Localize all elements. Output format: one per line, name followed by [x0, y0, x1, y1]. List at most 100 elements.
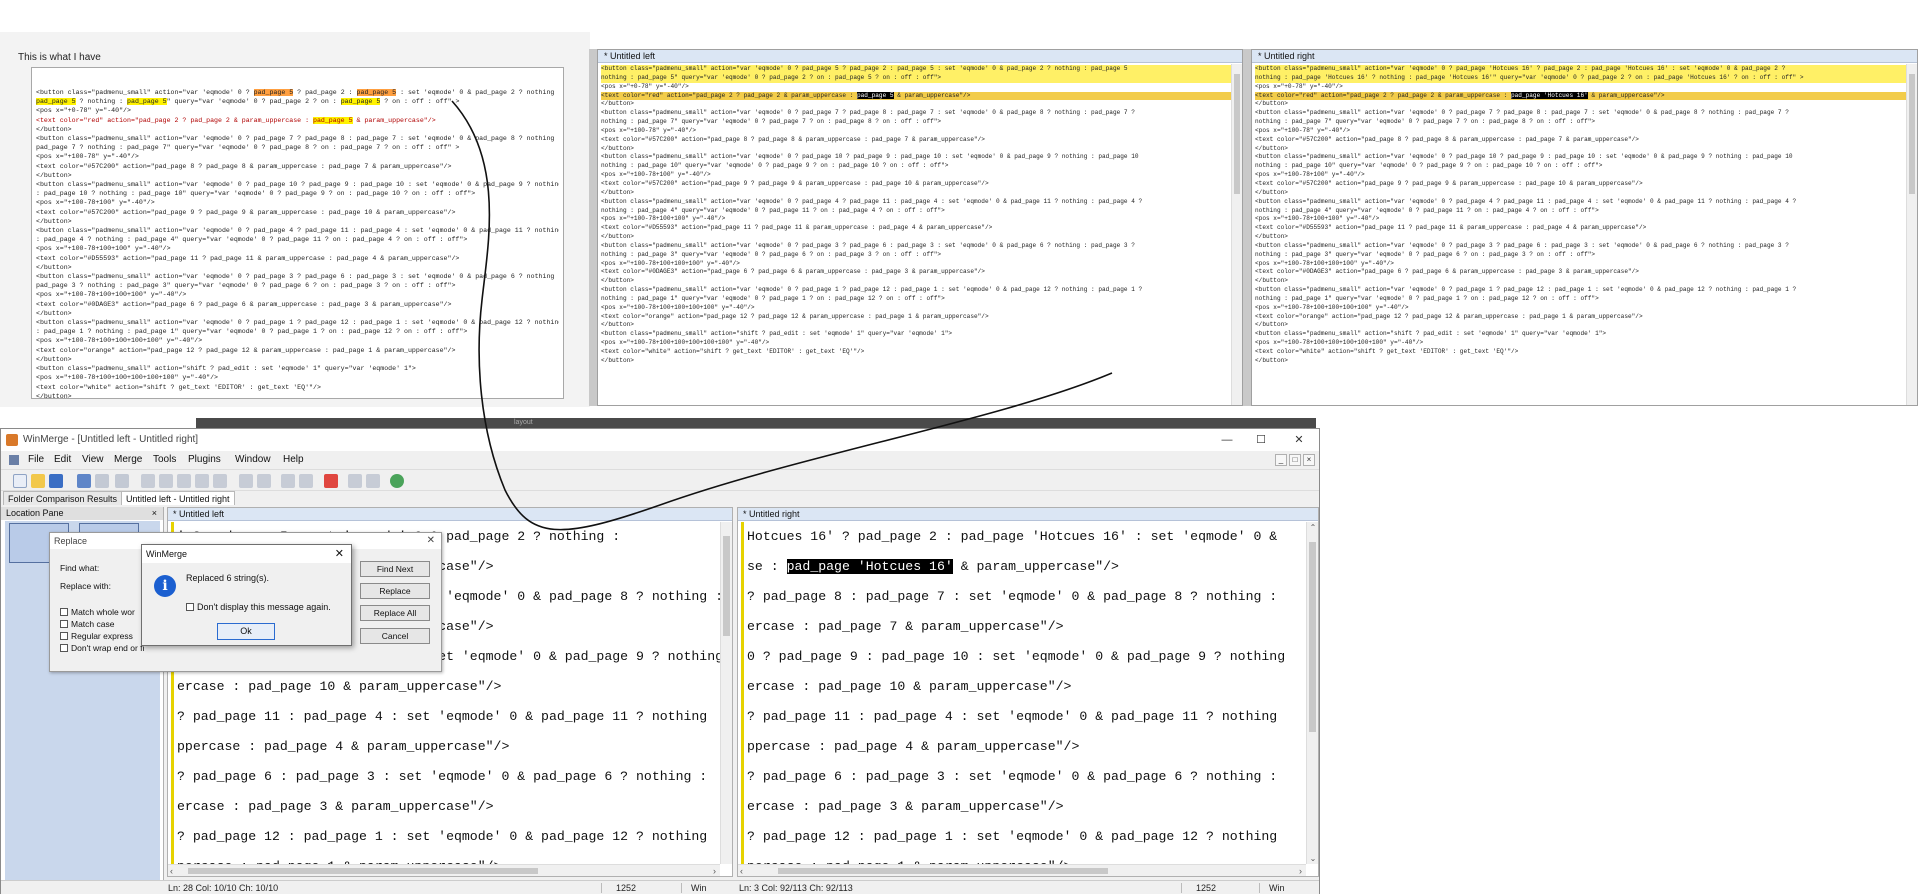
code-line: <pos x="+100-78+100+100+100+100+100" y="…	[1255, 339, 1424, 347]
code-line: <pos x="+100-78+100+100+100+100" y="-40"…	[601, 303, 755, 311]
right-horizontal-scrollbar[interactable]: ‹ ›	[738, 864, 1306, 876]
diff-option-icon[interactable]	[115, 474, 129, 488]
menu-tools[interactable]: Tools	[153, 451, 176, 469]
save-icon[interactable]	[49, 474, 63, 488]
message-close-icon[interactable]: ✕	[335, 545, 344, 563]
code-line: <pos x="+100-78+100+100" y="-40"/>	[36, 245, 171, 253]
mdi-minimize-icon[interactable]: _	[1275, 454, 1287, 466]
last-diff-icon[interactable]	[213, 474, 227, 488]
code-line: <button class="padmenu_small" action="va…	[601, 241, 1135, 249]
code-line: <button class="padmenu_small" action="va…	[601, 153, 1139, 161]
close-icon[interactable]: ✕	[1285, 431, 1313, 449]
intro-code-box: <button class="padmenu_small" action="va…	[31, 67, 564, 399]
copy-left-advance-icon[interactable]	[299, 474, 313, 488]
editor-line: ercase : pad_page 10 & param_uppercase"/…	[747, 679, 1072, 694]
code-line: <text color="#57C200" action="pad_page 8…	[1255, 135, 1639, 143]
code-line: <pos x="+0-78" y="-40"/>	[36, 107, 131, 115]
replace-button[interactable]: Replace	[360, 583, 430, 599]
code-line: <pos x="+0-78" y="-40"/>	[601, 82, 689, 90]
match-case-checkbox[interactable]: Match case	[60, 619, 114, 629]
maximize-icon[interactable]: ☐	[1247, 431, 1275, 449]
menu-plugins[interactable]: Plugins	[188, 451, 221, 469]
copy-right-icon[interactable]	[239, 474, 253, 488]
code-line: <button class="padmenu_small" action="va…	[1255, 241, 1789, 249]
window-titlebar[interactable]: WinMerge - [Untitled left - Untitled rig…	[1, 429, 1319, 451]
filter-icon[interactable]	[366, 474, 380, 488]
match-whole-word-checkbox[interactable]: Match whole wor	[60, 607, 135, 617]
scroll-left-arrow-icon[interactable]: ‹	[740, 865, 743, 876]
next-diff-icon[interactable]	[195, 474, 209, 488]
strip-label: layout	[514, 419, 533, 426]
right-file-pane-title: * Untitled right	[738, 508, 1318, 521]
web-icon[interactable]	[390, 474, 404, 488]
right-file-editor[interactable]: Hotcues 16' ? pad_page 2 : pad_page 'Hot…	[741, 522, 1306, 864]
code-line: <pos x="+100-78+100+100+100" y="-40"/>	[1255, 259, 1394, 267]
code-line: <pos x="+100-78+100+100" y="-40"/>	[601, 215, 726, 223]
menu-bar: File Edit View Merge Tools Plugins Windo…	[1, 451, 1319, 469]
code-line: pad_page 7 ? nothing : pad_page 7" query…	[36, 144, 460, 152]
editor-line: ppercase : pad_page 4 & param_uppercase"…	[177, 739, 510, 754]
minimize-icon[interactable]: —	[1213, 431, 1241, 449]
code-line: </button>	[601, 144, 634, 152]
mdi-restore-icon[interactable]: □	[1289, 454, 1301, 466]
redo-icon[interactable]	[95, 474, 109, 488]
top-right-scrollbar[interactable]	[1906, 64, 1917, 405]
replace-with-label: Replace with:	[60, 581, 112, 591]
open-icon[interactable]	[31, 474, 45, 488]
copy-right-advance-icon[interactable]	[281, 474, 295, 488]
code-line: </button>	[1255, 233, 1288, 241]
current-diff-icon[interactable]	[177, 474, 191, 488]
scroll-up-arrow-icon[interactable]: ⌃	[1307, 523, 1318, 532]
top-left-scrollbar[interactable]	[1231, 64, 1242, 405]
code-line: </button>	[36, 355, 72, 363]
refresh-icon[interactable]	[324, 474, 338, 488]
menu-view[interactable]: View	[82, 451, 104, 469]
menu-merge[interactable]: Merge	[114, 451, 142, 469]
copy-left-icon[interactable]	[257, 474, 271, 488]
options-icon[interactable]	[348, 474, 362, 488]
find-next-button[interactable]: Find Next	[360, 561, 430, 577]
tab-folder-comparison[interactable]: Folder Comparison Results	[3, 491, 123, 505]
regular-expression-checkbox[interactable]: Regular express	[60, 631, 133, 641]
menu-help[interactable]: Help	[283, 451, 304, 469]
editor-line: 0 ? pad_page 9 : pad_page 10 : set 'eqmo…	[747, 649, 1286, 664]
right-vertical-scrollbar[interactable]: ⌃ ⌄	[1306, 522, 1318, 864]
left-vertical-scrollbar[interactable]	[720, 522, 732, 864]
mdi-close-icon[interactable]: ×	[1303, 454, 1315, 466]
replace-close-icon[interactable]: ✕	[427, 533, 435, 549]
left-horizontal-scrollbar[interactable]: ‹ ›	[168, 864, 720, 876]
code-line: <pos x="+100-78+100" y="-40"/>	[1255, 171, 1365, 179]
code-line: </button>	[36, 263, 72, 271]
undo-icon[interactable]	[77, 474, 91, 488]
editor-line: ercase : pad_page 3 & param_uppercase"/>	[177, 799, 494, 814]
right-codepage-status: 1252	[1196, 883, 1217, 893]
location-pane-close-icon[interactable]: ×	[152, 507, 157, 520]
message-text: Replaced 6 string(s).	[186, 573, 270, 583]
scroll-right-arrow-icon[interactable]: ›	[1299, 865, 1302, 876]
dont-wrap-checkbox[interactable]: Don't wrap end or fi	[60, 643, 144, 653]
prev-diff-icon[interactable]	[159, 474, 173, 488]
menu-file[interactable]: File	[28, 451, 44, 469]
tab-untitled-compare[interactable]: Untitled left - Untitled right	[121, 491, 235, 505]
code-line: </button>	[1255, 188, 1288, 196]
new-icon[interactable]	[13, 474, 27, 488]
message-box-title: WinMerge	[146, 549, 188, 559]
replace-all-button[interactable]: Replace All	[360, 605, 430, 621]
dont-display-checkbox[interactable]: Don't display this message again.	[186, 602, 331, 612]
scroll-down-arrow-icon[interactable]: ⌄	[1307, 854, 1318, 863]
code-line: <pos x="+100-78+100+100+100+100+100" y="…	[601, 339, 770, 347]
code-line: nothing : pad_page 1" query="var 'eqmode…	[601, 294, 945, 302]
scroll-left-arrow-icon[interactable]: ‹	[170, 865, 173, 876]
menu-edit[interactable]: Edit	[54, 451, 71, 469]
ok-button[interactable]: Ok	[217, 623, 275, 640]
scroll-right-arrow-icon[interactable]: ›	[713, 865, 716, 876]
right-eol-status: Win	[1269, 883, 1285, 893]
editor-line: percase : pad_page 1 & param_uppercase"/…	[744, 852, 1306, 864]
code-line: nothing : pad_page 1" query="var 'eqmode…	[1255, 294, 1599, 302]
menu-window[interactable]: Window	[235, 451, 271, 469]
first-diff-icon[interactable]	[141, 474, 155, 488]
message-box-titlebar[interactable]: WinMerge ✕	[142, 545, 351, 563]
cancel-button[interactable]: Cancel	[360, 628, 430, 644]
top-left-pane-title: * Untitled left	[598, 50, 1242, 63]
code-line: <button class="padmenu_small" action="va…	[36, 135, 559, 143]
